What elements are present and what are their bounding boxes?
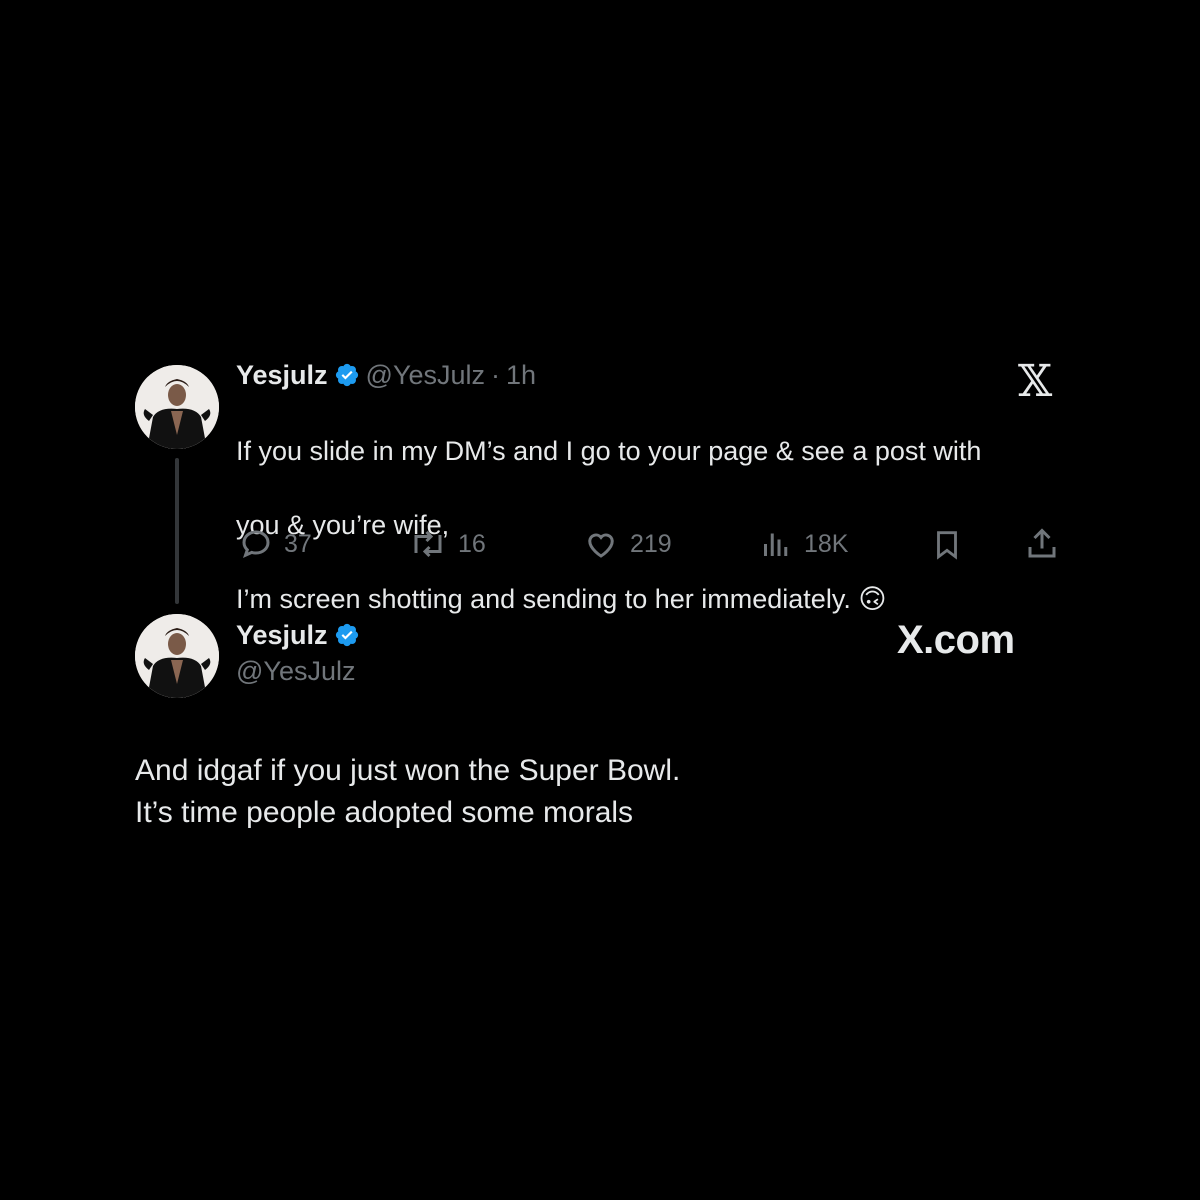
tweet-header: Yesjulz @YesJulz · 1h — [236, 360, 536, 393]
reply-count: 37 — [284, 529, 312, 558]
x-com-brand: X.com — [897, 618, 1015, 662]
tweet-text: And idgaf if you just won the Super Bowl… — [135, 750, 1135, 834]
avatar-image — [135, 614, 219, 698]
repost-count: 16 — [458, 529, 486, 558]
avatar-image — [135, 365, 219, 449]
tweet-text-line: And idgaf if you just won the Super Bowl… — [135, 754, 681, 787]
bookmark-icon — [937, 531, 957, 560]
reply-icon — [242, 530, 270, 559]
share-button[interactable] — [1024, 526, 1060, 562]
avatar[interactable] — [135, 614, 219, 698]
bookmark-button[interactable] — [930, 526, 964, 562]
separator-dot: · — [491, 360, 501, 390]
tweet-text-line: I’m screen shotting and sending to her i… — [236, 584, 887, 614]
tweet-header: Yesjulz — [236, 620, 366, 653]
like-button[interactable]: 219 — [582, 526, 672, 562]
verified-badge-icon — [334, 622, 360, 653]
repost-icon — [414, 530, 442, 558]
views-count: 18K — [804, 529, 849, 558]
like-count: 219 — [630, 529, 672, 558]
views-button[interactable]: 18K — [758, 526, 848, 562]
views-chart-icon — [764, 533, 788, 556]
repost-button[interactable]: 16 — [408, 526, 486, 562]
verified-badge-icon — [334, 362, 360, 393]
avatar[interactable] — [135, 365, 219, 449]
handle[interactable]: @YesJulz — [236, 656, 355, 687]
timestamp[interactable]: 1h — [506, 360, 536, 390]
tweet-text-line: If you slide in my DM’s and I go to your… — [236, 436, 982, 466]
reply-button[interactable]: 37 — [238, 526, 312, 562]
share-icon — [1028, 528, 1056, 558]
tweet-text-line: It’s time people adopted some morals — [135, 796, 634, 829]
handle[interactable]: @YesJulz — [366, 360, 485, 390]
display-name[interactable]: Yesjulz — [236, 620, 328, 650]
display-name[interactable]: Yesjulz — [236, 360, 328, 390]
thread-line — [175, 458, 179, 604]
heart-icon — [588, 533, 614, 558]
